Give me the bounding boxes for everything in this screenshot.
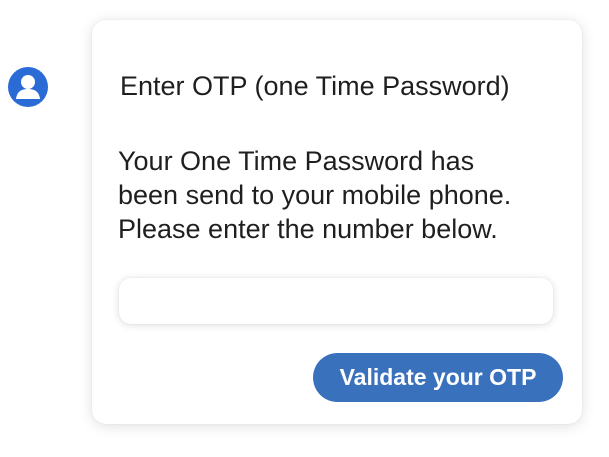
otp-card-title: Enter OTP (one Time Password) — [120, 71, 510, 101]
validate-otp-button[interactable]: Validate your OTP — [313, 353, 563, 402]
chat-view: Enter OTP (one Time Password) Your One T… — [0, 0, 609, 457]
otp-message-line: Your One Time Password has — [118, 146, 475, 176]
otp-message-line: Please enter the number below. — [118, 214, 498, 244]
otp-message-line: been send to your mobile phone. — [118, 180, 512, 210]
otp-card-message: Your One Time Password has been send to … — [118, 144, 568, 246]
user-avatar-icon — [7, 66, 49, 108]
otp-card: Enter OTP (one Time Password) Your One T… — [92, 20, 582, 424]
otp-input[interactable] — [119, 278, 553, 324]
